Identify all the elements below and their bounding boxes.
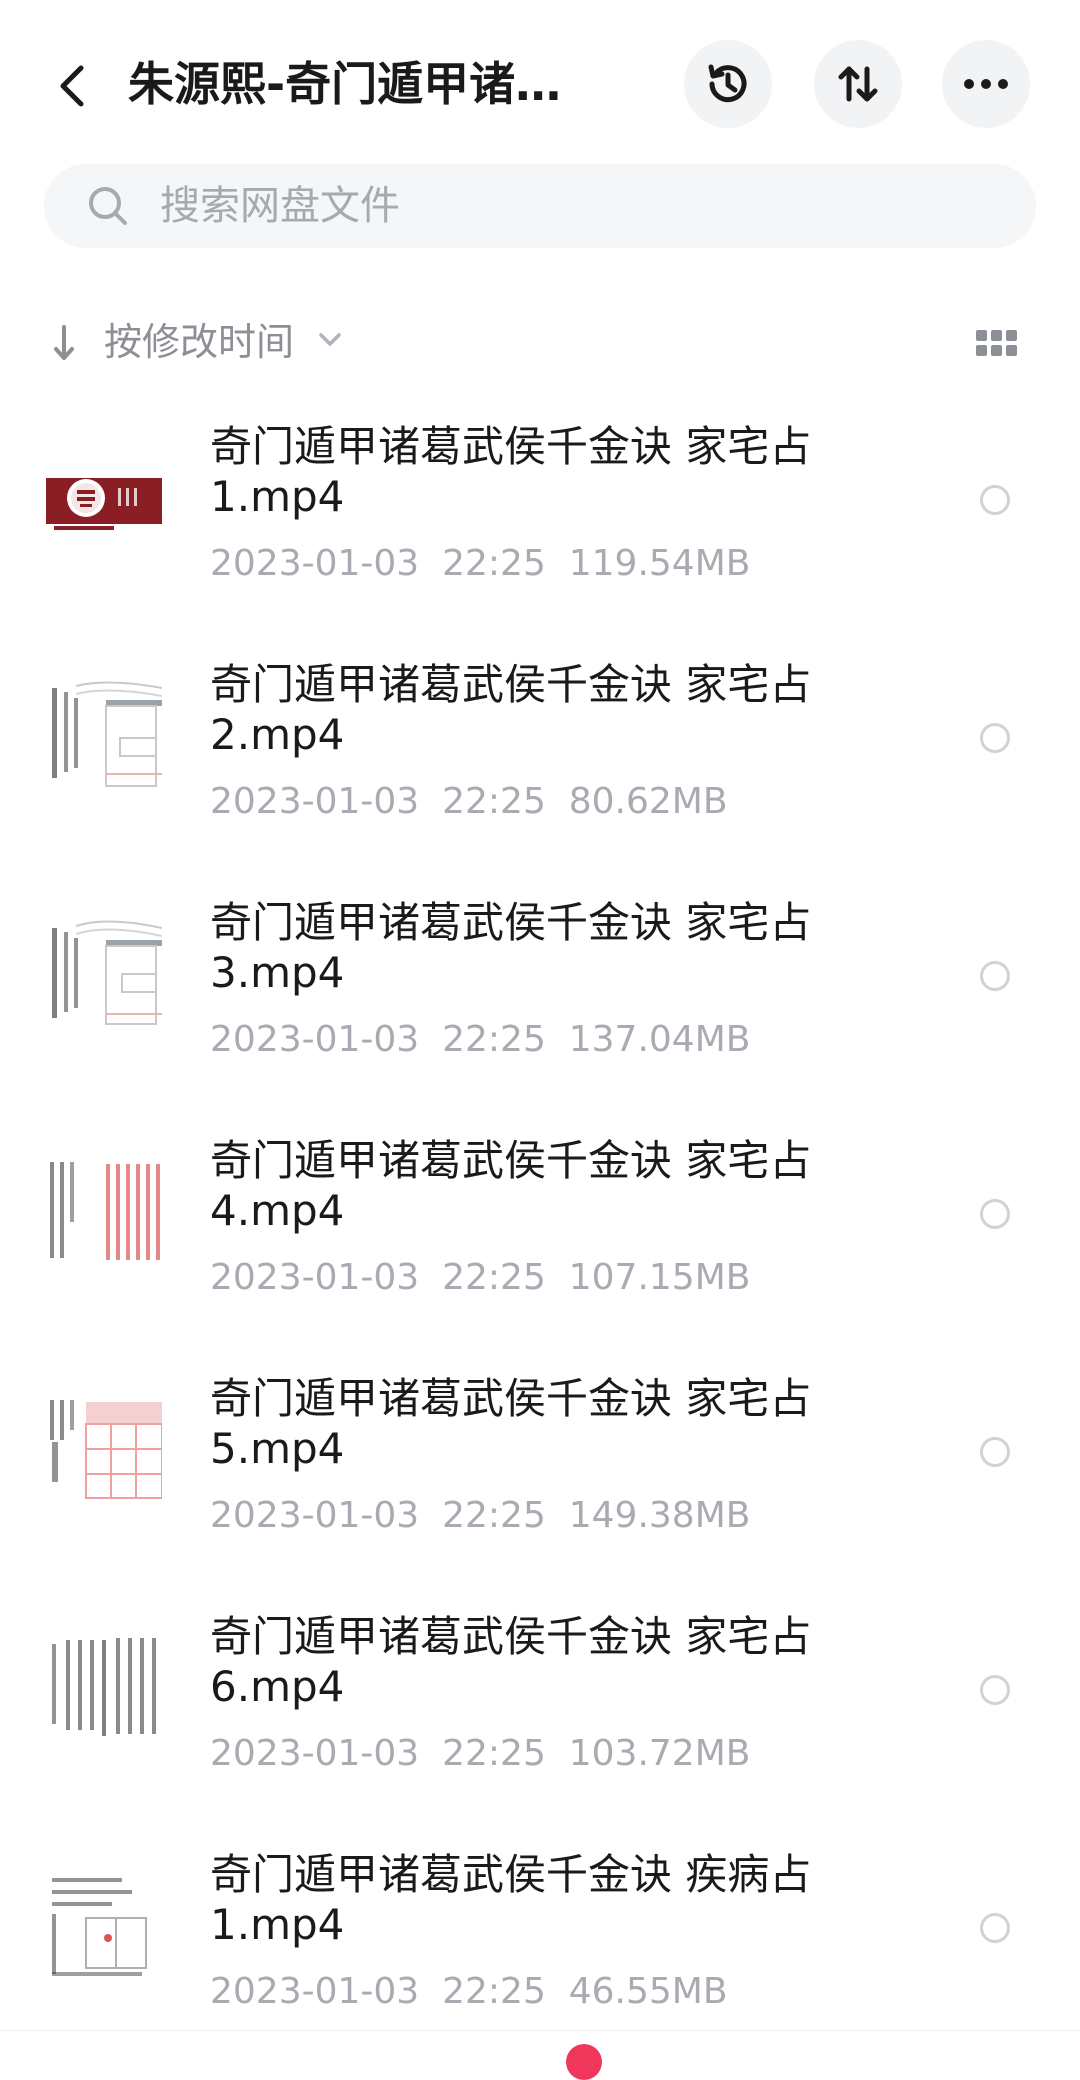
search-icon bbox=[89, 187, 127, 225]
chevron-down-icon[interactable] bbox=[318, 332, 342, 348]
grid-view-icon[interactable] bbox=[976, 330, 1017, 358]
file-meta: 2023-01-03 22:25 103.72MB bbox=[210, 1733, 751, 1774]
sort-updown-icon bbox=[838, 66, 878, 102]
file-name: 奇门遁甲诸葛武侯千金诀 家宅占4.mp4 bbox=[210, 1136, 812, 1235]
file-row[interactable]: 奇门遁甲诸葛武侯千金诀 家宅占5.mp4 2023-01-03 22:25 14… bbox=[0, 1352, 1080, 1590]
sort-order-dropdown[interactable]: 按修改时间 bbox=[104, 316, 294, 368]
page-title: 朱源熙-奇门遁甲诸… bbox=[128, 57, 562, 111]
file-meta: 2023-01-03 22:25 46.55MB bbox=[210, 1971, 728, 2012]
more-dots-icon bbox=[964, 79, 1008, 89]
file-meta: 2023-01-03 22:25 149.38MB bbox=[210, 1495, 751, 1536]
search-input[interactable]: 搜索网盘文件 bbox=[44, 164, 1036, 248]
select-checkbox[interactable] bbox=[980, 1913, 1010, 1943]
file-name: 奇门遁甲诸葛武侯千金诀 家宅占2.mp4 bbox=[210, 660, 812, 759]
file-row[interactable]: 奇门遁甲诸葛武侯千金诀 家宅占3.mp4 2023-01-03 22:25 13… bbox=[0, 876, 1080, 1114]
chevron-left-icon bbox=[60, 65, 84, 107]
video-thumbnail bbox=[46, 1868, 162, 1984]
file-row[interactable]: 奇门遁甲诸葛武侯千金诀 家宅占4.mp4 2023-01-03 22:25 10… bbox=[0, 1114, 1080, 1352]
file-name: 奇门遁甲诸葛武侯千金诀 家宅占5.mp4 bbox=[210, 1374, 812, 1473]
file-name: 奇门遁甲诸葛武侯千金诀 疾病占1.mp4 bbox=[210, 1850, 812, 1949]
floating-action-button[interactable] bbox=[566, 2044, 602, 2080]
file-meta: 2023-01-03 22:25 107.15MB bbox=[210, 1257, 751, 1298]
file-meta: 2023-01-03 22:25 119.54MB bbox=[210, 543, 751, 584]
sort-bar: 按修改时间 bbox=[0, 312, 1080, 376]
select-checkbox[interactable] bbox=[980, 1437, 1010, 1467]
back-button[interactable] bbox=[44, 58, 100, 114]
select-checkbox[interactable] bbox=[980, 1199, 1010, 1229]
history-clock-icon bbox=[708, 64, 747, 103]
file-row[interactable]: 奇门遁甲诸葛武侯千金诀 家宅占1.mp4 2023-01-03 22:25 11… bbox=[0, 400, 1080, 638]
file-row[interactable]: 奇门遁甲诸葛武侯千金诀 家宅占6.mp4 2023-01-03 22:25 10… bbox=[0, 1590, 1080, 1828]
history-button[interactable] bbox=[684, 40, 772, 128]
video-thumbnail bbox=[46, 440, 162, 556]
file-meta: 2023-01-03 22:25 137.04MB bbox=[210, 1019, 751, 1060]
search-placeholder: 搜索网盘文件 bbox=[160, 183, 400, 229]
video-thumbnail bbox=[46, 1630, 162, 1746]
file-meta: 2023-01-03 22:25 80.62MB bbox=[210, 781, 728, 822]
file-name: 奇门遁甲诸葛武侯千金诀 家宅占1.mp4 bbox=[210, 422, 812, 521]
select-checkbox[interactable] bbox=[980, 723, 1010, 753]
more-button[interactable] bbox=[942, 40, 1030, 128]
arrow-down-icon bbox=[54, 325, 74, 360]
video-thumbnail bbox=[46, 1154, 162, 1270]
file-row[interactable]: 奇门遁甲诸葛武侯千金诀 家宅占2.mp4 2023-01-03 22:25 80… bbox=[0, 638, 1080, 876]
select-checkbox[interactable] bbox=[980, 961, 1010, 991]
file-name: 奇门遁甲诸葛武侯千金诀 家宅占3.mp4 bbox=[210, 898, 812, 997]
select-checkbox[interactable] bbox=[980, 485, 1010, 515]
bottom-divider bbox=[0, 2030, 1080, 2031]
video-thumbnail bbox=[46, 678, 162, 794]
sort-button[interactable] bbox=[814, 40, 902, 128]
top-bar: 朱源熙-奇门遁甲诸… bbox=[0, 0, 1080, 170]
video-thumbnail bbox=[46, 1392, 162, 1508]
video-thumbnail bbox=[46, 916, 162, 1032]
file-name: 奇门遁甲诸葛武侯千金诀 家宅占6.mp4 bbox=[210, 1612, 812, 1711]
select-checkbox[interactable] bbox=[980, 1675, 1010, 1705]
